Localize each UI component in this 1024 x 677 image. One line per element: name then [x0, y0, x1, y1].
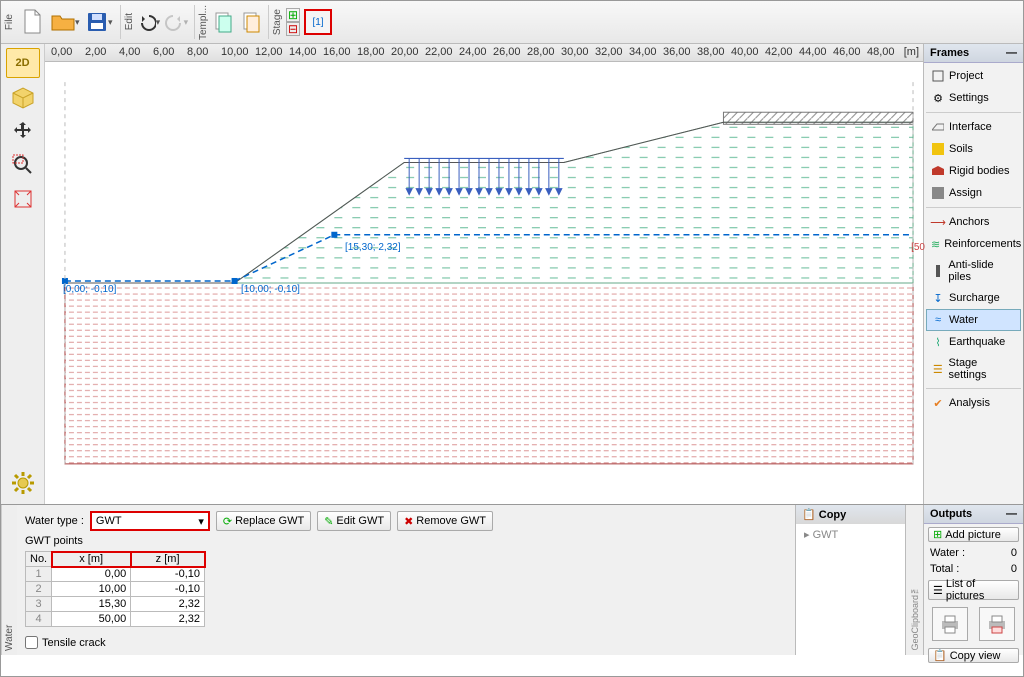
frame-earthquake[interactable]: ⌇Earthquake: [926, 331, 1021, 353]
frame-surcharge[interactable]: ↧Surcharge: [926, 287, 1021, 309]
zoom-button[interactable]: [6, 150, 40, 180]
horizontal-ruler: 0,00 2,00 4,00 6,00 8,00 10,00 12,00 14,…: [45, 44, 923, 62]
point-label-1000: [10,00; -0,10]: [241, 284, 300, 295]
stage-tab-label: Stage: [271, 7, 284, 37]
gwt-points-table[interactable]: No.x [m]z [m] 10,00-0,10 210,00-0,10 315…: [25, 551, 205, 627]
outputs-title: Outputs: [930, 508, 972, 520]
add-picture-button[interactable]: ⊞Add picture: [928, 527, 1019, 542]
copy-title: Copy: [819, 509, 847, 521]
copy-view-button[interactable]: 📋Copy view: [928, 648, 1019, 663]
frame-soils[interactable]: Soils: [926, 138, 1021, 160]
water-type-select[interactable]: GWT▾: [90, 511, 210, 531]
frame-anchors[interactable]: ⟶Anchors: [926, 211, 1021, 233]
edit-tab-label: Edit: [123, 11, 136, 32]
undo-button[interactable]: ▾: [136, 5, 164, 39]
geoclipboard-tab[interactable]: GeoClipboard™: [905, 505, 923, 655]
save-button[interactable]: ▾: [84, 5, 118, 39]
stage-1-tab[interactable]: [1]: [304, 9, 332, 35]
outputs-minimize[interactable]: —: [1006, 508, 1017, 520]
copy-icon: 📋: [802, 509, 819, 521]
frame-antislide[interactable]: Anti-slide piles: [926, 255, 1021, 287]
3d-view-button[interactable]: [6, 82, 40, 112]
point-label-000: [0,00; -0,10]: [63, 284, 116, 295]
water-type-label: Water type :: [25, 515, 84, 527]
point-label-1530: [15,30; 2,32]: [345, 242, 401, 253]
copy-gwt-item[interactable]: ▸ GWT: [796, 524, 905, 545]
template2-button[interactable]: [238, 5, 266, 39]
frame-settings[interactable]: ⚙Settings: [926, 87, 1021, 109]
templ-tab-label: Templ...: [197, 3, 210, 42]
2d-view-button[interactable]: 2D: [6, 48, 40, 78]
outputs-total-label: Total :: [930, 563, 959, 575]
fit-button[interactable]: [6, 184, 40, 214]
frame-reinforcements[interactable]: ≋Reinforcements: [926, 233, 1021, 255]
settings-gear-button[interactable]: [6, 468, 40, 498]
water-panel-label: Water: [1, 505, 17, 655]
frame-analysis[interactable]: ✔Analysis: [926, 392, 1021, 414]
stage-remove-button[interactable]: ⊟: [286, 22, 300, 36]
list-pictures-button[interactable]: ☰List of pictures: [928, 580, 1019, 600]
gwt-points-label: GWT points: [25, 535, 787, 547]
frame-project[interactable]: Project: [926, 65, 1021, 87]
remove-gwt-button[interactable]: ✖Remove GWT: [397, 511, 493, 531]
pan-button[interactable]: [6, 116, 40, 146]
new-file-button[interactable]: [16, 5, 50, 39]
file-tab-label: File: [3, 12, 16, 32]
frame-assign[interactable]: Assign: [926, 182, 1021, 204]
outputs-water-label: Water :: [930, 547, 965, 559]
template1-button[interactable]: [210, 5, 238, 39]
frame-rigid[interactable]: Rigid bodies: [926, 160, 1021, 182]
frame-water[interactable]: ≈Water: [926, 309, 1021, 331]
stage-add-button[interactable]: ⊞: [286, 8, 300, 22]
edit-gwt-button[interactable]: ✎Edit GWT: [317, 511, 391, 531]
frames-minimize[interactable]: —: [1006, 47, 1017, 59]
outputs-water-count: 0: [1011, 547, 1017, 559]
drawing-canvas[interactable]: [15,30; 2,32] [10,00; -0,10] [0,00; -0,1…: [45, 62, 923, 504]
frame-stage-settings[interactable]: ☰Stage settings: [926, 353, 1021, 385]
tensile-crack-checkbox[interactable]: Tensile crack: [25, 636, 787, 649]
print-color-button[interactable]: [979, 607, 1015, 641]
frame-interface[interactable]: Interface: [926, 116, 1021, 138]
print-button[interactable]: [932, 607, 968, 641]
replace-gwt-button[interactable]: ⟳Replace GWT: [216, 511, 311, 531]
outputs-total-count: 0: [1011, 563, 1017, 575]
frames-title: Frames: [930, 47, 969, 59]
right-cut-label: [50: [911, 242, 925, 253]
open-file-button[interactable]: ▾: [50, 5, 84, 39]
redo-button[interactable]: ▾: [164, 5, 192, 39]
